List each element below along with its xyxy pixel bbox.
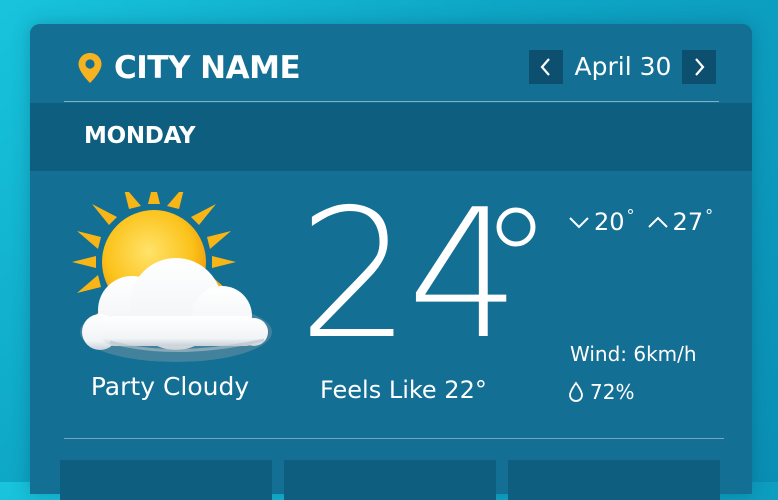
min-degree-symbol: ° bbox=[626, 206, 635, 225]
day-band: MONDAY bbox=[30, 103, 752, 171]
wind-speed: Wind: 6km/h bbox=[570, 342, 697, 366]
current-date: April 30 bbox=[574, 52, 672, 81]
feels-like-label: Feels Like 22° bbox=[320, 376, 487, 404]
humidity-value: 72% bbox=[590, 380, 635, 404]
max-degree-symbol: ° bbox=[705, 206, 714, 225]
forecast-tile[interactable] bbox=[508, 460, 720, 500]
chevron-up-icon bbox=[647, 216, 668, 228]
humidity: 72% bbox=[568, 378, 634, 406]
weather-header: CITY NAME April 30 bbox=[30, 24, 752, 102]
chevron-left-icon bbox=[540, 58, 550, 76]
current-temperature: 24 bbox=[298, 171, 520, 378]
next-date-button[interactable] bbox=[682, 50, 716, 84]
forecast-divider bbox=[64, 438, 724, 439]
water-drop-icon bbox=[569, 381, 583, 402]
day-label: MONDAY bbox=[84, 123, 196, 149]
degree-symbol-icon bbox=[496, 207, 536, 247]
min-max-temperature: 20 ° 27 ° bbox=[568, 206, 713, 238]
location-pin-icon bbox=[78, 53, 102, 83]
chevron-down-icon bbox=[569, 217, 589, 229]
forecast-tile[interactable] bbox=[284, 460, 496, 500]
condition-label: Party Cloudy bbox=[90, 372, 250, 401]
header-divider bbox=[64, 101, 719, 102]
weather-card: CITY NAME April 30 MONDAY Party Cloudy 2… bbox=[30, 24, 752, 500]
min-temperature: 20 bbox=[594, 208, 625, 236]
previous-date-button[interactable] bbox=[529, 50, 563, 84]
chevron-right-icon bbox=[695, 58, 705, 76]
partly-cloudy-icon bbox=[72, 192, 272, 362]
forecast-tile[interactable] bbox=[60, 460, 272, 500]
city-name: CITY NAME bbox=[114, 50, 301, 86]
max-temperature: 27 bbox=[672, 208, 704, 236]
